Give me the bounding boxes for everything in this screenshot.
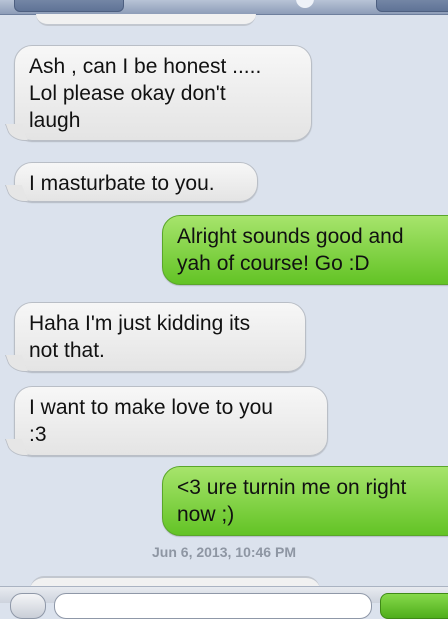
message-thread[interactable]: Ash , can I be honest ..... Lol please o… — [0, 0, 448, 602]
message-timestamp: Jun 6, 2013, 10:46 PM — [152, 544, 296, 560]
message-text: I want to make love to you :3 — [29, 396, 273, 446]
message-text: I masturbate to you. — [29, 172, 215, 195]
outgoing-message-bubble[interactable]: <3 ure turnin me on right now ;) — [162, 466, 448, 536]
outgoing-message-bubble[interactable]: Alright sounds good and yah of course! G… — [162, 215, 448, 285]
message-text: <3 ure turnin me on right now ;) — [177, 476, 407, 526]
message-text: Haha I'm just kidding its not that. — [29, 312, 251, 362]
camera-icon[interactable] — [10, 593, 46, 619]
incoming-message-bubble[interactable]: Ash , can I be honest ..... Lol please o… — [14, 45, 312, 141]
incoming-message-bubble[interactable]: I want to make love to you :3 — [14, 386, 328, 456]
incoming-message-bubble[interactable]: I masturbate to you. — [14, 162, 258, 202]
incoming-message-bubble[interactable]: Haha I'm just kidding its not that. — [14, 302, 306, 372]
composer-bar — [0, 586, 448, 619]
message-text: Alright sounds good and yah of course! G… — [177, 225, 404, 275]
send-button[interactable] — [380, 593, 448, 619]
message-input[interactable] — [54, 593, 372, 619]
message-text: Ash , can I be honest ..... Lol please o… — [29, 55, 262, 132]
previous-message-bubble — [36, 14, 256, 26]
